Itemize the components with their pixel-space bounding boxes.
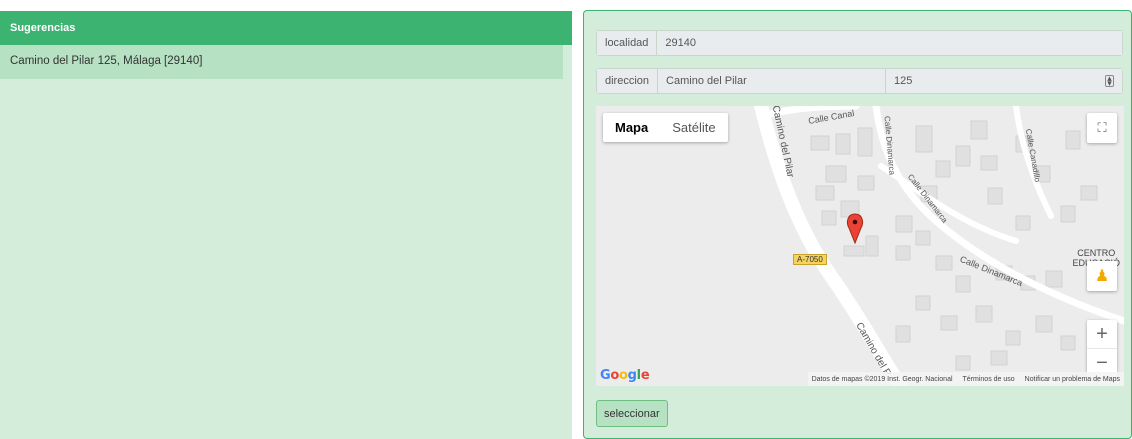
building [1015,215,1031,231]
number-value: 125 [894,75,913,87]
map-type-map-button[interactable]: Mapa [603,113,660,142]
building [895,325,911,343]
fullscreen-icon[interactable]: ⛶ [1087,113,1117,143]
building [857,175,875,191]
map-attribution: Datos de mapas ©2019 Inst. Geogr. Nacion… [807,372,1124,386]
building [1005,330,1021,346]
direccion-group: direccion Camino del Pilar 125 ▴ ▾ [596,68,1123,94]
pegman-icon[interactable]: ♟ [1087,261,1117,291]
number-input[interactable]: 125 ▴ ▾ [885,69,1122,93]
building [970,120,988,140]
zoom-control: + − [1087,320,1117,377]
building [1060,205,1076,223]
building [865,235,879,257]
localidad-group: localidad 29140 [596,30,1123,56]
suggestion-item[interactable]: Camino del Pilar 125, Málaga [29140] [0,45,563,79]
direccion-label: direccion [597,69,659,93]
map-view[interactable]: Calle Canal Camino del Pilar Camino del … [596,106,1124,386]
building [955,145,971,167]
building [825,165,847,183]
address-panel: localidad 29140 direccion Camino del Pil… [583,10,1132,439]
map-type-satellite-button[interactable]: Satélite [660,113,727,142]
map-roads-layer [754,106,1124,386]
building [955,355,971,371]
number-spinner-icon[interactable]: ▴ ▾ [1105,74,1114,88]
building [895,215,913,233]
building [915,230,931,246]
building [940,315,958,331]
building [975,305,993,323]
building [895,245,911,261]
building [810,135,830,151]
poi-line1: CENTRO [1077,248,1116,258]
building [1065,130,1081,150]
building [821,210,837,226]
building [1060,335,1076,351]
building [955,275,971,293]
suggestions-panel: Sugerencias Camino del Pilar 125, Málaga… [0,11,572,439]
building [1080,185,1098,201]
building [987,187,1003,205]
building [835,133,851,155]
building [990,350,1008,366]
attribution-data: Datos de mapas ©2019 Inst. Geogr. Nacion… [811,375,953,383]
building [935,160,951,178]
building [1035,315,1053,333]
route-shield: A-7050 [793,254,827,265]
map-type-control: Mapa Satélite [603,113,728,142]
localidad-label: localidad [597,31,658,55]
building [815,185,835,201]
localidad-input[interactable]: 29140 [657,31,1122,55]
building [843,245,865,257]
suggestions-title: Sugerencias [0,11,572,45]
street-input[interactable]: Camino del Pilar [658,69,885,93]
building [857,127,873,157]
building [915,125,933,153]
select-button[interactable]: seleccionar [596,400,668,427]
building [1045,270,1063,288]
building [935,255,953,271]
attribution-report-link[interactable]: Notificar un problema de Maps [1025,376,1120,383]
zoom-in-button[interactable]: + [1087,320,1117,348]
google-logo: Google [600,368,650,383]
building [980,155,998,171]
building [915,295,931,311]
attribution-terms-link[interactable]: Términos de uso [963,376,1015,383]
location-marker-icon[interactable] [846,213,864,245]
